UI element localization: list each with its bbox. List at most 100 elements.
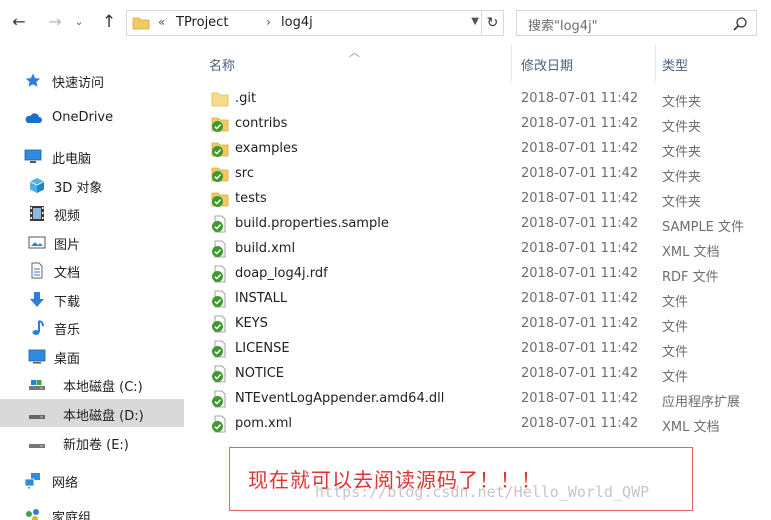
- file-row[interactable]: NTEventLogAppender.amd64.dll 2018-07-01 1…: [196, 387, 771, 412]
- network-icon: [24, 473, 40, 489]
- file-type: XML 文档: [662, 420, 720, 435]
- file-type: 文件夹: [662, 195, 702, 210]
- file-icon: [212, 365, 226, 383]
- file-row[interactable]: INSTALL 2018-07-01 11:42 文件: [196, 287, 771, 312]
- drive-icon: [29, 444, 45, 448]
- nav-item-downloads[interactable]: 下载: [0, 285, 184, 313]
- nav-label: 网络: [52, 476, 79, 491]
- file-row[interactable]: build.properties.sample 2018-07-01 11:42 S…: [196, 212, 771, 237]
- column-type[interactable]: 类型: [662, 55, 688, 74]
- nav-item-pictures[interactable]: 图片: [0, 228, 184, 256]
- column-date-modified[interactable]: 修改日期: [521, 55, 573, 74]
- file-name: NTEventLogAppender.amd64.dll: [235, 391, 445, 406]
- nav-label: 本地磁盘 (C:): [63, 380, 143, 395]
- breadcrumb-separator[interactable]: ›: [266, 15, 271, 29]
- nav-label: 家庭组: [52, 511, 92, 520]
- folder-icon: [211, 92, 229, 107]
- file-type: 文件夹: [662, 170, 702, 185]
- watermark: https://blog.csdn.net/Hello_World_QWP: [315, 483, 650, 501]
- search-box[interactable]: 搜索"log4j": [516, 10, 757, 36]
- file-date: 2018-07-01 11:42: [521, 416, 639, 431]
- file-date: 2018-07-01 11:42: [521, 116, 639, 131]
- file-row[interactable]: doap_log4j.rdf 2018-07-01 11:42 RDF 文件: [196, 262, 771, 287]
- back-arrow-icon[interactable]: ←: [8, 11, 30, 33]
- music-icon: [32, 320, 44, 335]
- file-row[interactable]: LICENSE 2018-07-01 11:42 文件: [196, 337, 771, 362]
- file-name: .git: [235, 91, 257, 106]
- file-name: NOTICE: [235, 366, 285, 381]
- file-type: 文件夹: [662, 120, 702, 135]
- file-row[interactable]: KEYS 2018-07-01 11:42 文件: [196, 312, 771, 337]
- file-row[interactable]: pom.xml 2018-07-01 11:42 XML 文档: [196, 412, 771, 437]
- file-name: tests: [235, 191, 267, 206]
- column-name[interactable]: 名称: [209, 55, 235, 74]
- file-type: 文件夹: [662, 95, 702, 110]
- file-row[interactable]: src 2018-07-01 11:42 文件夹: [196, 162, 771, 187]
- file-icon: [212, 340, 226, 358]
- file-name: contribs: [235, 116, 288, 131]
- file-name: INSTALL: [235, 291, 288, 306]
- nav-item-videos[interactable]: 视频: [0, 199, 184, 227]
- video-icon: [30, 206, 44, 221]
- file-date: 2018-07-01 11:42: [521, 291, 639, 306]
- nav-label: 图片: [54, 238, 81, 253]
- file-row[interactable]: examples 2018-07-01 11:42 文件夹: [196, 137, 771, 162]
- nav-item-onedrive[interactable]: OneDrive: [0, 104, 184, 132]
- desktop-icon: [28, 349, 46, 364]
- search-input[interactable]: 搜索"log4j": [528, 15, 598, 34]
- file-type: 文件: [662, 345, 689, 360]
- nav-label: 音乐: [54, 323, 81, 338]
- breadcrumb-tproject[interactable]: TProject: [176, 15, 228, 30]
- column-divider[interactable]: [655, 45, 656, 81]
- file-row[interactable]: .git 2018-07-01 11:42 文件夹: [196, 87, 771, 112]
- nav-label: 文档: [54, 266, 81, 281]
- cube-icon: [29, 178, 45, 193]
- file-icon: [212, 415, 226, 433]
- up-arrow-icon[interactable]: ↑: [98, 11, 120, 33]
- nav-item-desktop[interactable]: 桌面: [0, 342, 184, 370]
- file-row[interactable]: build.xml 2018-07-01 11:42 XML 文档: [196, 237, 771, 262]
- nav-item-quick-access[interactable]: 快速访问: [0, 66, 184, 94]
- file-type: 应用程序扩展: [662, 395, 741, 410]
- refresh-icon[interactable]: ↻: [481, 11, 503, 35]
- nav-item-documents[interactable]: 文档: [0, 256, 184, 284]
- nav-item-homegroup[interactable]: 家庭组: [0, 501, 184, 520]
- file-icon: [212, 240, 226, 258]
- file-icon: [212, 315, 226, 333]
- sort-ascending-icon: ︿: [349, 46, 360, 59]
- forward-arrow-icon[interactable]: →: [44, 11, 66, 33]
- file-date: 2018-07-01 11:42: [521, 141, 639, 156]
- folder-icon: [211, 192, 229, 207]
- file-type: XML 文档: [662, 245, 720, 260]
- breadcrumb-log4j[interactable]: log4j: [281, 15, 313, 30]
- nav-item-drive-c[interactable]: 本地磁盘 (C:): [0, 370, 184, 398]
- file-name: src: [235, 166, 254, 181]
- drive-icon: [29, 380, 45, 390]
- search-icon[interactable]: [732, 16, 748, 32]
- nav-item-3d-objects[interactable]: 3D 对象: [0, 171, 184, 199]
- nav-label: 视频: [54, 209, 81, 224]
- nav-item-music[interactable]: 音乐: [0, 313, 184, 341]
- nav-label: 快速访问: [52, 76, 105, 91]
- recent-locations-chevron-icon[interactable]: ⌄: [72, 11, 86, 33]
- file-date: 2018-07-01 11:42: [521, 241, 639, 256]
- file-name: build.xml: [235, 241, 296, 256]
- nav-item-drive-d[interactable]: 本地磁盘 (D:): [0, 399, 184, 427]
- folder-icon: [132, 17, 150, 30]
- file-row[interactable]: contribs 2018-07-01 11:42 文件夹: [196, 112, 771, 137]
- file-type: SAMPLE 文件: [662, 220, 745, 235]
- file-type: 文件: [662, 370, 689, 385]
- file-type: 文件夹: [662, 145, 702, 160]
- overflow-chevron[interactable]: «: [158, 15, 165, 29]
- file-type: 文件: [662, 295, 689, 310]
- file-row[interactable]: NOTICE 2018-07-01 11:42 文件: [196, 362, 771, 387]
- nav-label: 3D 对象: [54, 181, 103, 196]
- nav-item-network[interactable]: 网络: [0, 466, 184, 494]
- nav-item-this-pc[interactable]: 此电脑: [0, 142, 184, 170]
- file-row[interactable]: tests 2018-07-01 11:42 文件夹: [196, 187, 771, 212]
- address-dropdown-icon[interactable]: ▼: [471, 16, 479, 27]
- nav-item-drive-e[interactable]: 新加卷 (E:): [0, 428, 184, 456]
- file-icon: [212, 390, 226, 408]
- address-bar[interactable]: « TProject › log4j ▼ ↻: [126, 10, 504, 36]
- column-divider[interactable]: [511, 45, 512, 81]
